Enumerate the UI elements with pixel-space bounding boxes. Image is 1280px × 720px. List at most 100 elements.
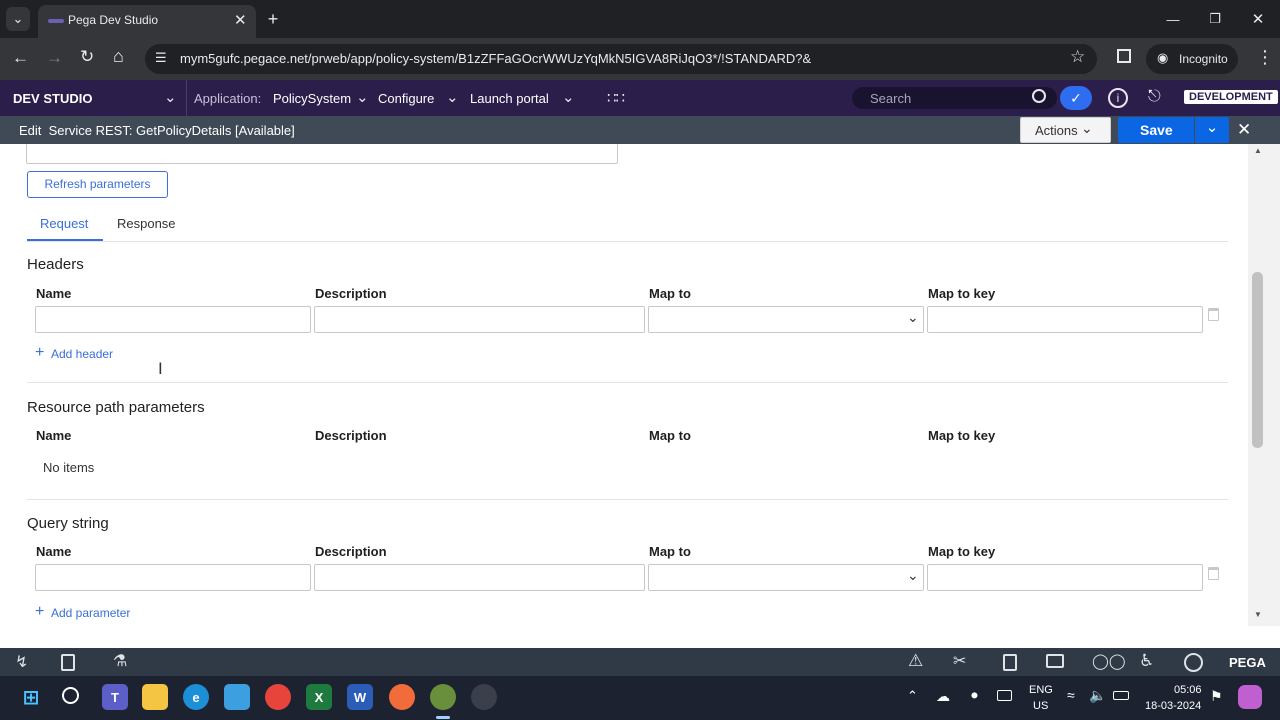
rule-title: Edit Service REST: GetPolicyDetails [Ava… <box>19 123 295 138</box>
tab-response[interactable]: Response <box>117 216 176 231</box>
search-icon[interactable] <box>1032 89 1046 103</box>
application-value[interactable]: PolicySystem <box>273 91 351 106</box>
hierarchy-icon[interactable]: ⎋ <box>1148 88 1161 106</box>
onedrive-cloud-icon[interactable]: ☁ <box>936 688 950 705</box>
warning-icon[interactable]: ⚠ <box>908 651 923 671</box>
new-tab-button[interactable]: + <box>262 8 284 30</box>
wifi-icon[interactable]: ≈ <box>1067 687 1075 703</box>
notepad-icon[interactable] <box>224 684 250 710</box>
delete-query-trash-icon[interactable] <box>1208 567 1219 580</box>
home-icon[interactable]: ⌂ <box>113 46 124 67</box>
brand-chevron-down-icon[interactable]: ⌄ <box>164 88 177 106</box>
language-line2[interactable]: US <box>1033 700 1048 712</box>
reload-icon[interactable]: ↻ <box>80 47 94 67</box>
save-options-button[interactable]: ⌄ <box>1195 117 1229 143</box>
header-map-to-key-input[interactable] <box>927 306 1203 333</box>
header-divider <box>186 80 187 116</box>
query-col-description: Description <box>315 544 387 559</box>
resource-col-map-to-key: Map to key <box>928 428 996 443</box>
refresh-parameters-button[interactable]: Refresh parameters <box>27 171 168 198</box>
tab-request[interactable]: Request <box>40 216 88 231</box>
save-button[interactable]: Save <box>1118 117 1194 143</box>
volume-icon[interactable]: 🔈 <box>1089 687 1106 704</box>
tabs-divider <box>27 241 1228 242</box>
configure-chevron-down-icon[interactable]: ⌄ <box>446 88 459 106</box>
search-input[interactable]: Search <box>852 87 1057 109</box>
chrome-icon[interactable] <box>265 684 291 710</box>
incognito-icon: ◉ <box>1157 50 1169 65</box>
header-name-input[interactable] <box>35 306 311 333</box>
windows-start-icon[interactable]: ⊞ <box>18 684 44 710</box>
tracer-icon[interactable]: ✂ <box>953 651 966 671</box>
forward-arrow-icon[interactable]: → <box>46 48 63 68</box>
clipboard-icon[interactable] <box>1003 654 1017 671</box>
notification-bell-icon[interactable]: ⚑ <box>1210 688 1223 705</box>
info-icon[interactable]: i <box>1108 88 1128 108</box>
content-scrollbar[interactable]: ▲ ▼ <box>1248 144 1280 626</box>
configure-menu[interactable]: Configure <box>378 91 434 106</box>
query-map-to-select[interactable]: ⌄ <box>648 564 924 591</box>
battery-icon[interactable] <box>1113 691 1129 700</box>
file-explorer-icon[interactable] <box>142 684 168 710</box>
scroll-up-arrow-icon[interactable]: ▲ <box>1254 146 1262 155</box>
site-info-icon[interactable]: ☰ <box>155 50 167 66</box>
close-rule-icon[interactable]: ✕ <box>1237 120 1251 140</box>
save-chevron-down-icon: ⌄ <box>1205 119 1219 136</box>
minimize-window-button[interactable]: — <box>1162 8 1184 30</box>
chevron-up-icon[interactable]: ⌃ <box>907 688 918 704</box>
bookmark-star-icon[interactable]: ☆ <box>1070 47 1085 67</box>
scroll-thumb[interactable] <box>1252 272 1263 448</box>
accessibility-icon[interactable]: ♿ <box>1139 651 1154 671</box>
performance-gauge-icon[interactable] <box>1184 653 1203 672</box>
query-map-to-key-input[interactable] <box>927 564 1203 591</box>
word-icon[interactable]: W <box>347 684 373 710</box>
launch-portal-menu[interactable]: Launch portal <box>470 91 549 106</box>
query-name-input[interactable] <box>35 564 311 591</box>
select-chevron-down-icon: ⌄ <box>907 309 919 325</box>
close-tab-icon[interactable]: ✕ <box>234 11 247 29</box>
lightning-icon[interactable]: ↯ <box>15 652 28 672</box>
windows-taskbar: ⊞ T e X W ⌃ ☁ ⚫ ENG US ≈ 🔈 05:06 18-03-2… <box>0 676 1280 720</box>
flask-icon[interactable]: ⚗ <box>113 651 127 671</box>
actions-button[interactable]: Actions ⌄ <box>1020 117 1111 143</box>
postman-icon[interactable] <box>389 684 415 710</box>
tab-search-button[interactable]: ⌄ <box>6 7 30 31</box>
resource-col-map-to: Map to <box>649 428 691 443</box>
upper-field-input[interactable] <box>26 144 618 164</box>
copilot-icon[interactable] <box>1238 685 1262 709</box>
launch-portal-chevron-down-icon[interactable]: ⌄ <box>562 88 575 106</box>
live-ui-icon[interactable] <box>1046 654 1064 668</box>
chrome-incognito-icon[interactable] <box>471 684 497 710</box>
edge-browser-icon[interactable]: e <box>183 684 209 710</box>
restore-window-button[interactable]: ❐ <box>1204 8 1226 30</box>
search-icon[interactable] <box>62 687 79 704</box>
delete-header-trash-icon[interactable] <box>1208 308 1219 321</box>
language-line1[interactable]: ENG <box>1029 684 1053 696</box>
headers-col-map-to-key: Map to key <box>928 286 996 301</box>
clock-time[interactable]: 05:06 <box>1174 684 1202 696</box>
header-description-input[interactable] <box>314 306 645 333</box>
header-map-to-select[interactable]: ⌄ <box>648 306 924 333</box>
chrome-profile-icon[interactable] <box>430 684 456 710</box>
chevron-down-icon: ⌄ <box>12 11 24 26</box>
more-menu-icon[interactable]: ⋮ <box>1256 47 1274 68</box>
check-in-button[interactable]: ✓ <box>1060 86 1092 110</box>
clipboard-list-icon[interactable] <box>61 654 75 671</box>
query-description-input[interactable] <box>314 564 645 591</box>
keyboard-icon[interactable] <box>997 690 1012 701</box>
application-chevron-down-icon[interactable]: ⌄ <box>356 88 369 106</box>
back-arrow-icon[interactable]: ← <box>12 48 29 68</box>
actions-label: Actions <box>1035 123 1078 138</box>
scroll-down-arrow-icon[interactable]: ▼ <box>1254 610 1262 619</box>
close-window-button[interactable]: ✕ <box>1247 8 1269 30</box>
url-bar[interactable]: ☰ mym5gufc.pegace.net/prweb/app/policy-s… <box>145 44 1097 74</box>
microphone-icon[interactable]: ⚫ <box>969 688 980 704</box>
app-grid-icon[interactable]: ∷∷ <box>607 89 625 107</box>
glasses-icon[interactable]: ◯◯ <box>1092 652 1126 670</box>
excel-icon[interactable]: X <box>306 684 332 710</box>
incognito-chip[interactable]: ◉ Incognito <box>1146 44 1238 74</box>
browser-tab[interactable]: Pega Dev Studio ✕ <box>38 5 256 38</box>
teams-chat-icon[interactable]: T <box>102 684 128 710</box>
clock-date[interactable]: 18-03-2024 <box>1145 700 1201 712</box>
side-panel-icon[interactable] <box>1117 49 1131 63</box>
